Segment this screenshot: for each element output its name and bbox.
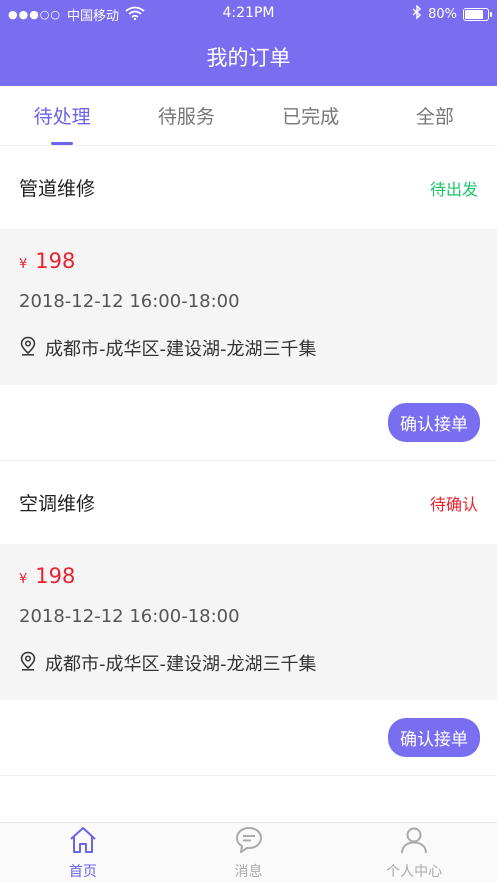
page-title: 我的订单 [206,46,291,70]
bottom-tab-home[interactable]: 首页 [0,823,166,883]
battery-percent: 80% [428,7,457,22]
order-details: ¥ 198 2018-12-12 16:00-18:00 成都市-成华区-建设湖… [0,544,497,700]
order-status: 待出发 [429,179,478,199]
location-pin-icon [19,651,37,676]
order-header: 空调维修 待确认 [0,461,497,544]
price-value: 198 [35,249,76,273]
bottom-tab-bar: 首页 消息 个人中心 [0,822,497,883]
order-status: 待确认 [429,494,478,514]
order-card: 空调维修 待确认 ¥ 198 2018-12-12 16:00-18:00 成都… [0,461,497,776]
currency-symbol: ¥ [19,257,28,272]
user-icon [399,825,429,859]
order-address: 成都市-成华区-建设湖-龙湖三千集 [19,335,478,361]
tab-completed[interactable]: 已完成 [249,86,373,145]
tab-all[interactable]: 全部 [373,86,497,145]
tab-label: 待服务 [157,106,215,128]
order-details: ¥ 198 2018-12-12 16:00-18:00 成都市-成华区-建设湖… [0,229,497,385]
price-value: 198 [35,564,76,588]
confirm-order-button[interactable]: 确认接单 [388,403,480,442]
tab-to-serve[interactable]: 待服务 [124,86,248,145]
tab-pending[interactable]: 待处理 [0,86,124,145]
order-footer: 确认接单 [0,700,497,776]
bottom-tab-label: 消息 [234,864,263,880]
message-icon [234,825,264,859]
nav-bar: 我的订单 [0,28,497,86]
order-list: 管道维修 待出发 ¥ 198 2018-12-12 16:00-18:00 成都… [0,146,497,776]
order-address: 成都市-成华区-建设湖-龙湖三千集 [19,650,478,676]
location-pin-icon [19,336,37,361]
address-text: 成都市-成华区-建设湖-龙湖三千集 [45,339,317,360]
order-time: 2018-12-12 16:00-18:00 [19,606,240,627]
tab-label: 全部 [415,106,454,128]
service-name: 空调维修 [19,493,96,515]
tab-label: 待处理 [33,106,91,128]
bottom-tab-label: 个人中心 [386,864,443,880]
bottom-tab-messages[interactable]: 消息 [166,823,332,883]
order-price: ¥ 198 [19,249,478,279]
order-price: ¥ 198 [19,564,478,594]
address-text: 成都市-成华区-建设湖-龙湖三千集 [45,654,317,675]
order-header: 管道维修 待出发 [0,146,497,229]
battery-fill [465,10,483,19]
order-card: 管道维修 待出发 ¥ 198 2018-12-12 16:00-18:00 成都… [0,146,497,461]
battery-icon [463,8,492,21]
tab-label: 已完成 [282,106,340,128]
order-time: 2018-12-12 16:00-18:00 [19,291,240,312]
bottom-tab-label: 首页 [68,864,97,880]
order-footer: 确认接单 [0,385,497,461]
service-name: 管道维修 [19,178,96,200]
home-icon [68,825,98,859]
confirm-order-button[interactable]: 确认接单 [388,718,480,757]
status-bar: ●●●○○ 中国移动 4:21PM 80% [0,0,497,28]
bottom-tab-profile[interactable]: 个人中心 [331,823,497,883]
order-tabs: 待处理 待服务 已完成 全部 [0,86,497,146]
currency-symbol: ¥ [19,572,28,587]
bluetooth-icon [412,4,422,24]
